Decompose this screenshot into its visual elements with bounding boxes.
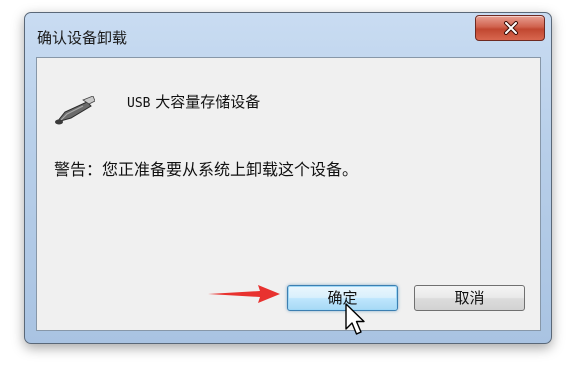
uninstall-device-dialog: 确认设备卸载 USB 大容量存储设备 警告：您正准备要从系统上卸载这个设备。 确… <box>24 12 552 344</box>
dialog-title: 确认设备卸载 <box>37 29 128 47</box>
dialog-body: USB 大容量存储设备 警告：您正准备要从系统上卸载这个设备。 确定 取消 <box>36 57 541 331</box>
device-name: USB 大容量存储设备 <box>127 91 260 112</box>
close-button[interactable] <box>475 15 545 41</box>
device-name-rest: 大容量存储设备 <box>150 93 261 111</box>
close-icon <box>504 21 518 35</box>
mouse-cursor-icon <box>345 303 365 335</box>
cancel-button[interactable]: 取消 <box>414 285 525 311</box>
ok-button[interactable]: 确定 <box>287 285 398 311</box>
red-arrow-icon <box>208 285 280 303</box>
device-name-prefix: USB <box>127 96 151 111</box>
usb-drive-icon <box>55 96 95 125</box>
title-bar[interactable]: 确认设备卸载 <box>25 13 551 57</box>
warning-text: 警告：您正准备要从系统上卸载这个设备。 <box>54 160 359 179</box>
